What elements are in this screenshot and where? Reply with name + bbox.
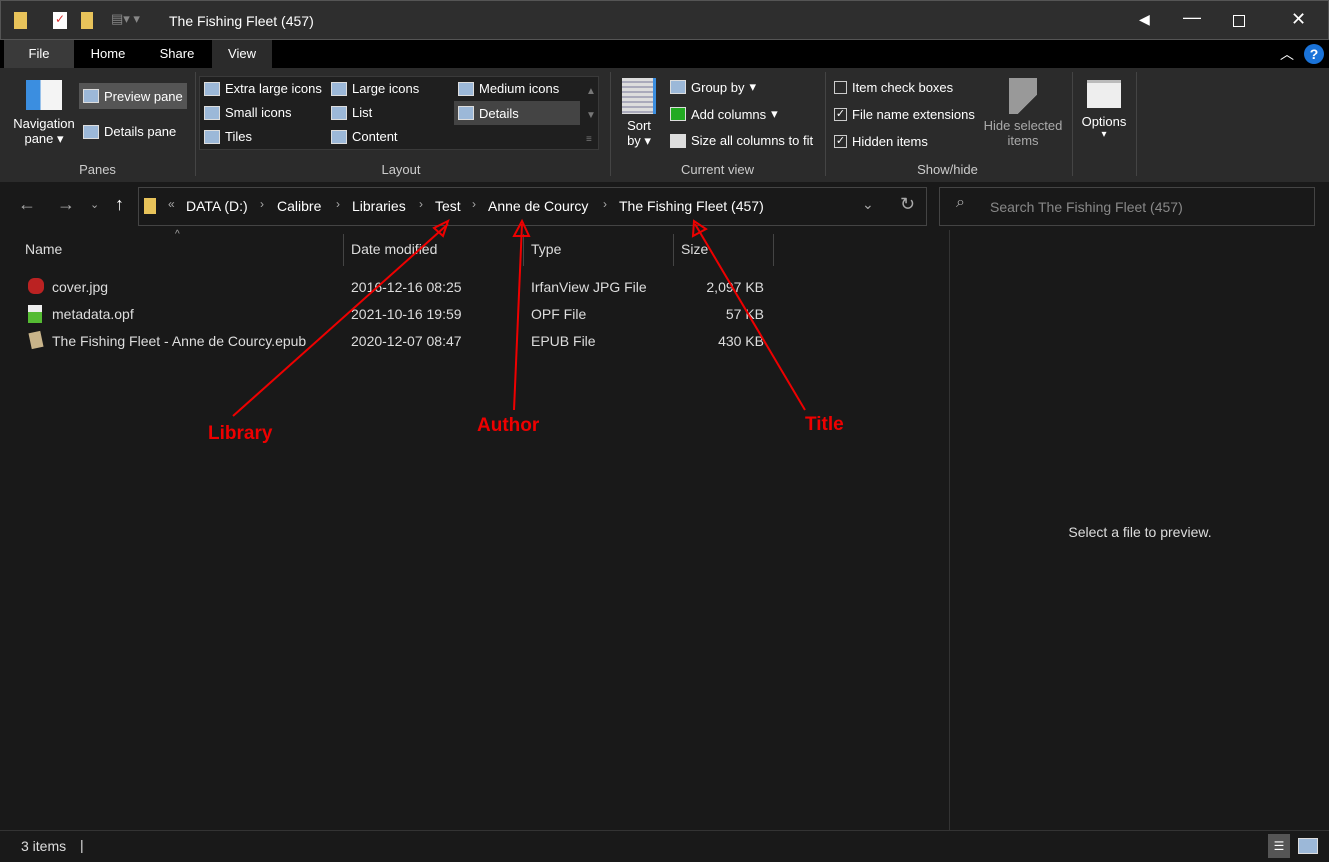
annotation-author: Author — [477, 415, 540, 436]
large-icons-view-button[interactable] — [1298, 838, 1318, 854]
item-count: 3 items — [21, 838, 67, 854]
annotation-title: Title — [805, 414, 844, 435]
status-bar: 3 items | ☰ — [0, 830, 1329, 862]
annotation-library: Library — [208, 423, 273, 444]
details-view-button[interactable]: ☰ — [1268, 834, 1290, 858]
library-arrow — [232, 223, 449, 417]
annotation-arrows — [232, 218, 806, 417]
author-arrow — [513, 223, 523, 411]
title-arrow — [694, 223, 806, 411]
